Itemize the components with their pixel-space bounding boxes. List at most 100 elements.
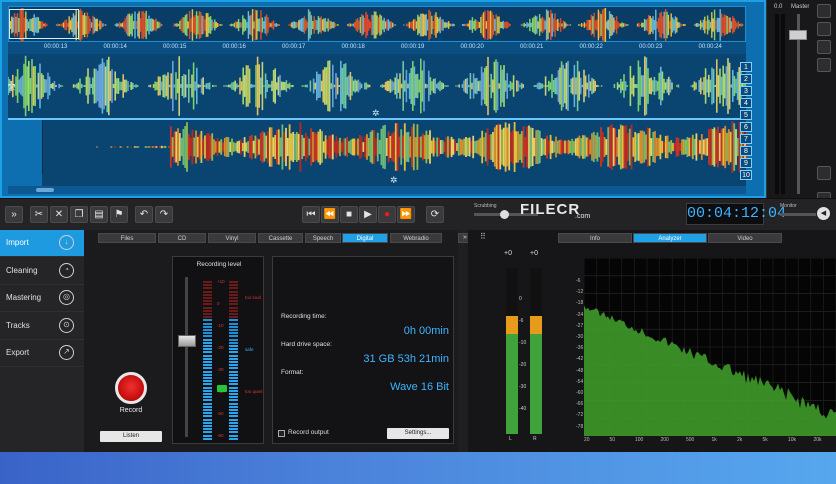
record-output-checkbox[interactable]	[278, 430, 285, 437]
sidebar-item-cleaning[interactable]: Cleaning ◔	[0, 258, 84, 285]
master-meter-right	[781, 14, 785, 194]
level-segment	[229, 383, 238, 386]
scrubbing-knob[interactable]	[500, 210, 509, 219]
track-2-settings-icon[interactable]: ✲	[390, 175, 398, 186]
level-segment	[203, 306, 212, 309]
track-number[interactable]: 10	[740, 170, 752, 180]
next-icon[interactable]: ⏩	[397, 206, 415, 223]
sidebar-item-export[interactable]: Export ↗	[0, 340, 84, 367]
waveform-editor[interactable]: 00:00:13 00:00:14 00:00:15 00:00:16 00:00:17…	[0, 0, 766, 198]
level-segment	[203, 290, 212, 293]
level-segment	[203, 297, 212, 299]
tab-video[interactable]: Video	[708, 233, 782, 243]
monitor-slider[interactable]	[780, 213, 816, 216]
time-ruler[interactable]: 00:00:13 00:00:14 00:00:15 00:00:16 00:00:17…	[8, 42, 746, 54]
level-scale-label: +10	[217, 279, 225, 284]
tab-files[interactable]: Files	[98, 233, 156, 243]
ruler-tick: 00:00:16	[222, 44, 246, 50]
level-segment	[203, 393, 212, 395]
sidebar-item-tracks[interactable]: Tracks ⊙	[0, 313, 84, 340]
track-number[interactable]: 2	[740, 74, 752, 84]
master-loop-icon[interactable]	[817, 166, 831, 180]
sidebar-item-import[interactable]: Import ↓	[0, 230, 84, 257]
ruler-tick: 00:00:23	[639, 44, 663, 50]
level-segment	[229, 300, 238, 303]
tab-speech[interactable]: Speech	[305, 233, 341, 243]
delete-icon[interactable]: ✕	[50, 206, 68, 223]
record-transport-icon[interactable]: ●	[378, 206, 396, 223]
meter-scale-label: -10	[519, 340, 527, 346]
level-segment	[229, 396, 238, 399]
stop-icon[interactable]: ■	[340, 206, 358, 223]
master-link-icon[interactable]	[817, 58, 831, 72]
cut-icon[interactable]: ✂	[30, 206, 48, 223]
tab-webradio[interactable]: Webradio	[390, 233, 442, 243]
track-2-footer: ✲	[42, 174, 746, 186]
track-number[interactable]: 7	[740, 134, 752, 144]
grid-menu-icon[interactable]: ⠿	[480, 233, 490, 243]
listen-button[interactable]: Listen	[100, 431, 162, 442]
tab-digital[interactable]: Digital	[342, 233, 388, 243]
monitor-label: Monitor	[780, 203, 797, 209]
master-eye-icon[interactable]	[817, 4, 831, 18]
paste-icon[interactable]: ▤	[90, 206, 108, 223]
settings-button[interactable]: Settings...	[387, 428, 449, 439]
track-number[interactable]: 3	[740, 86, 752, 96]
record-button[interactable]	[115, 372, 147, 404]
track-1-waveform[interactable]: ⤧ ✲	[7, 54, 747, 118]
tab-vinyl[interactable]: Vinyl	[208, 233, 256, 243]
master-wave-icon[interactable]	[817, 22, 831, 36]
level-segment	[229, 354, 238, 357]
spectrum-y-tick: -30	[576, 334, 584, 340]
tab-info[interactable]: Info	[558, 233, 632, 243]
scroll-thumb[interactable]	[36, 188, 54, 192]
output-meter-left	[506, 268, 518, 434]
level-segment	[203, 415, 212, 418]
track-number[interactable]: 6	[740, 122, 752, 132]
meter-channel-label: R	[533, 436, 537, 442]
level-segment	[203, 313, 212, 315]
overview-waveform[interactable]	[8, 6, 746, 43]
collapse-icon[interactable]: »	[5, 206, 23, 223]
spectrum-y-tick: -54	[576, 378, 584, 385]
meter-orange-zone	[506, 316, 518, 334]
level-segment	[229, 402, 238, 405]
level-segment	[203, 361, 212, 363]
level-segment	[229, 373, 238, 376]
track-number[interactable]: 1	[740, 62, 752, 72]
tab-analyzer[interactable]: Analyzer	[633, 233, 707, 243]
level-segment	[203, 377, 212, 379]
meter-green-zone	[506, 334, 518, 434]
master-star-icon[interactable]	[817, 40, 831, 54]
go-to-start-icon[interactable]: ⏮	[302, 206, 320, 223]
level-segment	[203, 412, 212, 415]
sidebar-item-mastering[interactable]: Mastering ◎	[0, 285, 84, 312]
level-segment	[203, 421, 212, 424]
track-number[interactable]: 5	[740, 110, 752, 120]
undo-icon[interactable]: ↶	[135, 206, 153, 223]
track-number[interactable]: 8	[740, 146, 752, 156]
spectrum-y-tick: -48	[576, 367, 584, 374]
level-fader[interactable]	[178, 335, 196, 347]
tab-cd[interactable]: CD	[158, 233, 206, 243]
loop-icon[interactable]: ⟳	[426, 206, 444, 223]
previous-icon[interactable]: ⏪	[321, 206, 339, 223]
copy-icon[interactable]: ❐	[70, 206, 88, 223]
track-number[interactable]: 9	[740, 158, 752, 168]
spectrum-y-tick: -18	[576, 300, 584, 307]
marker-icon[interactable]: ⚑	[110, 206, 128, 223]
overview-selection[interactable]	[9, 9, 79, 39]
ruler-tick: 00:00:13	[44, 44, 68, 50]
level-segment	[229, 370, 238, 373]
tab-cassette[interactable]: Cassette	[258, 233, 303, 243]
crossfade-icon[interactable]: ⤧	[8, 82, 22, 92]
speaker-icon[interactable]: ◀	[817, 207, 830, 220]
redo-icon[interactable]: ↷	[155, 206, 173, 223]
horizontal-scrollbar[interactable]	[8, 186, 746, 194]
master-fader[interactable]	[789, 30, 807, 40]
track-number[interactable]: 4	[740, 98, 752, 108]
play-icon[interactable]: ▶	[359, 206, 377, 223]
track-2-waveform[interactable]	[42, 120, 748, 174]
level-segment	[203, 357, 212, 360]
level-segment	[203, 351, 212, 354]
